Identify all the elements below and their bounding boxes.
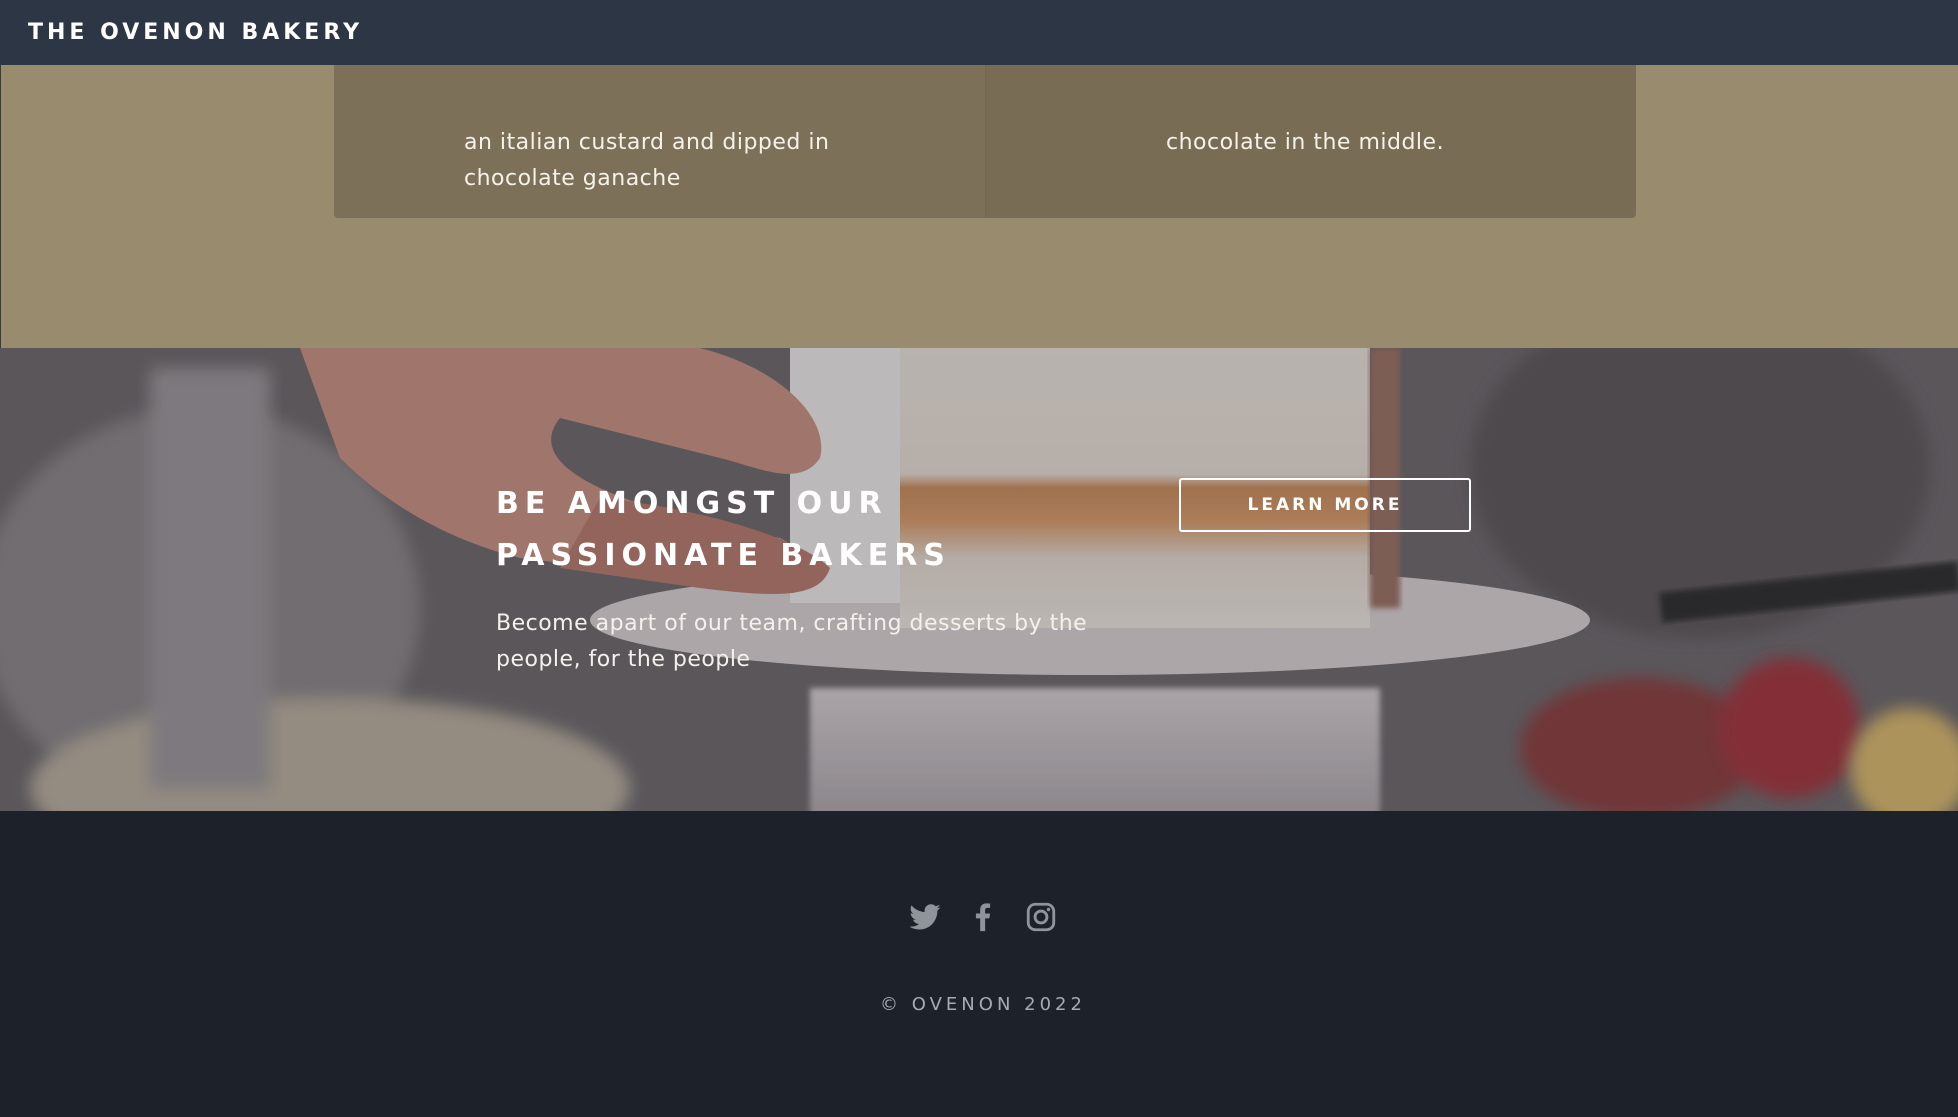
- social-links: [908, 899, 1058, 935]
- twitter-icon[interactable]: [908, 900, 942, 934]
- instagram-icon[interactable]: [1024, 900, 1058, 934]
- menu-card-description: chocolate in the middle.: [1166, 130, 1445, 155]
- menu-section: an italian custard and dipped in chocola…: [0, 65, 1958, 348]
- menu-card: an italian custard and dipped in chocola…: [334, 65, 985, 218]
- menu-cards: an italian custard and dipped in chocola…: [334, 65, 1636, 218]
- copyright-text: © OVENON 2022: [880, 994, 1086, 1015]
- menu-card: chocolate in the middle.: [985, 65, 1636, 218]
- cta-heading: BE AMONGST OUR PASSIONATE BAKERS: [496, 486, 951, 573]
- footer: © OVENON 2022: [0, 811, 1958, 1117]
- cta-description: Become apart of our team, crafting desse…: [496, 611, 1088, 672]
- top-navbar: THE OVENON BAKERY: [0, 0, 1958, 65]
- menu-card-description: an italian custard and dipped in chocola…: [464, 130, 830, 191]
- facebook-icon[interactable]: [966, 900, 1000, 934]
- join-team-section: BE AMONGST OUR PASSIONATE BAKERS Become …: [0, 348, 1958, 811]
- learn-more-button[interactable]: LEARN MORE: [1179, 478, 1471, 532]
- brand-logo-link[interactable]: THE OVENON BAKERY: [28, 20, 363, 45]
